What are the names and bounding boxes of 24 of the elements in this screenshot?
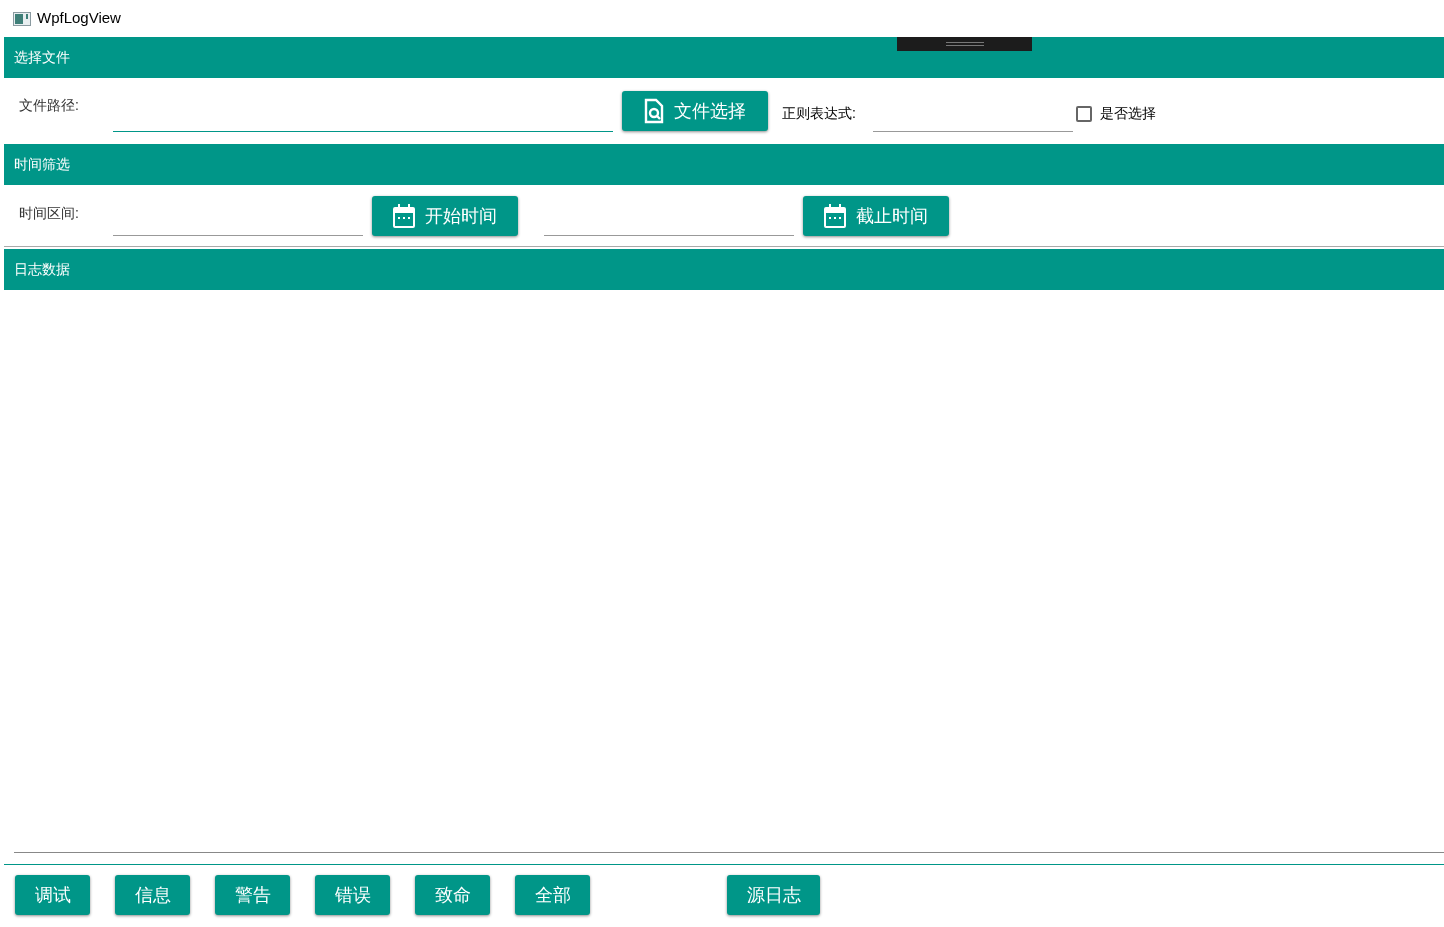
log-level-button[interactable]: 错误 (315, 875, 390, 915)
file-search-icon (644, 98, 664, 124)
checkbox-label: 是否选择 (1100, 104, 1156, 123)
section-title: 选择文件 (14, 48, 70, 67)
log-level-button[interactable]: 致命 (415, 875, 490, 915)
source-log-button[interactable]: 源日志 (727, 875, 820, 915)
file-select-button[interactable]: 文件选择 (622, 91, 768, 131)
field-label: 时间区间: (19, 204, 80, 223)
drag-handle[interactable] (897, 37, 1032, 51)
log-level-button[interactable]: 全部 (515, 875, 590, 915)
section-title: 时间筛选 (14, 155, 70, 174)
checkbox[interactable] (1076, 105, 1092, 122)
start-time-button[interactable]: 开始时间 (372, 196, 518, 236)
window-title: WpfLogView (37, 8, 121, 29)
log-level-button[interactable]: 警告 (215, 875, 290, 915)
end-time-button[interactable]: 截止时间 (803, 196, 949, 236)
calendar-icon (393, 204, 415, 228)
section-title: 日志数据 (14, 260, 70, 279)
app-icon (13, 11, 31, 26)
log-level-button[interactable]: 调试 (15, 875, 90, 915)
calendar-icon (824, 204, 846, 228)
field-label: 正则表达式: (782, 104, 857, 123)
log-level-button[interactable]: 信息 (115, 875, 190, 915)
field-label: 文件路径: (19, 96, 80, 115)
